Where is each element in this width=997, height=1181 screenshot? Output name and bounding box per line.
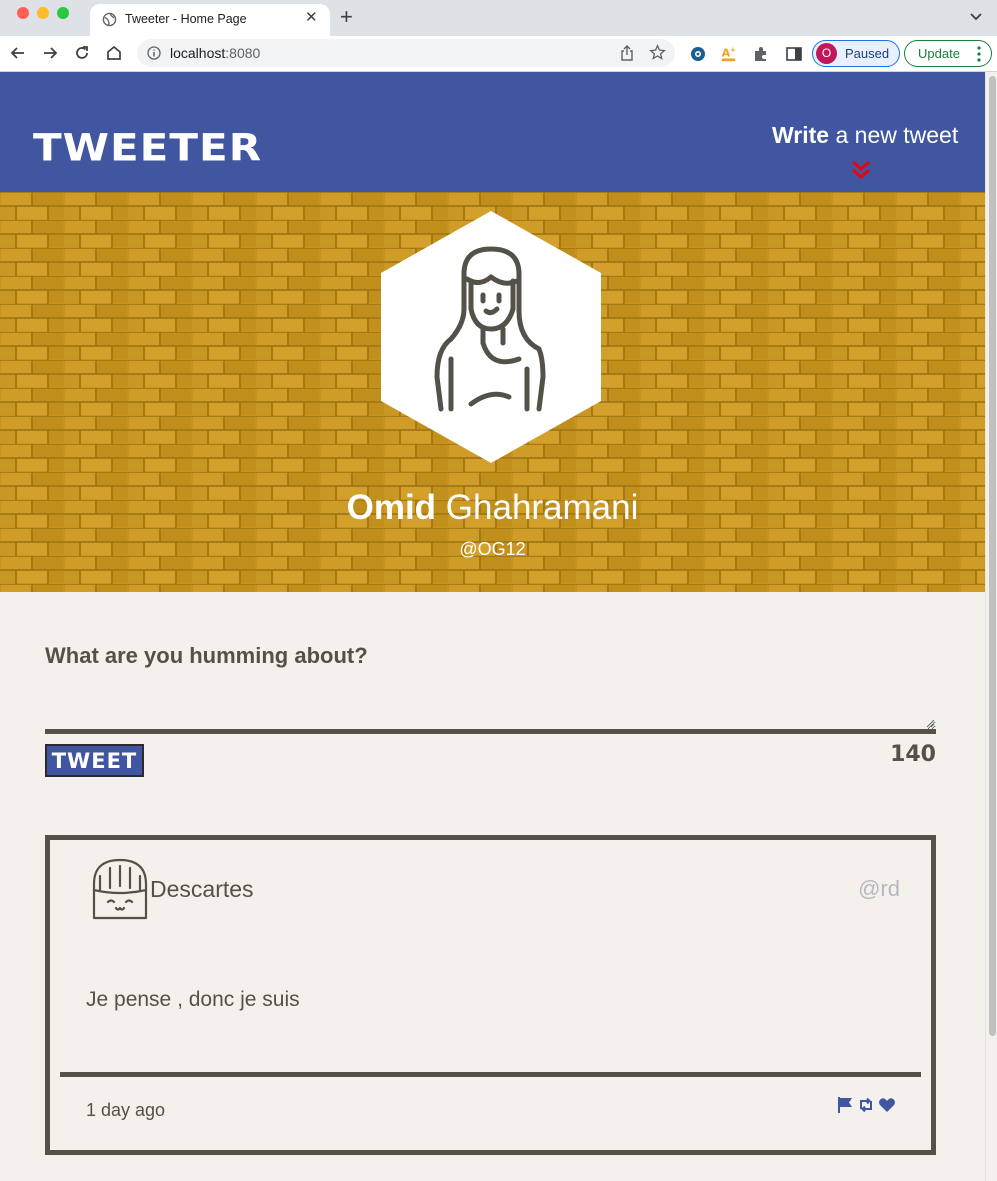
url-text: localhost:8080 (170, 45, 260, 61)
flag-icon[interactable] (836, 1096, 854, 1114)
tweet-author-name: Descartes (150, 876, 254, 902)
compose-underline (45, 729, 936, 734)
extension-webcam-icon[interactable] (689, 45, 707, 63)
globe-icon (102, 12, 117, 27)
page-scrollbar[interactable] (985, 72, 997, 1181)
tweet-divider (60, 1072, 921, 1077)
profile-button[interactable]: O Paused (812, 40, 900, 67)
tweet-card: Descartes @rd Je pense , donc je suis 1 … (45, 835, 936, 1155)
char-counter: 140 (890, 742, 936, 767)
browser-tab[interactable]: Tweeter - Home Page ✕ (90, 4, 330, 36)
resize-grip-icon[interactable] (925, 718, 935, 728)
site-info-icon[interactable] (147, 46, 161, 60)
minimize-window-button[interactable] (37, 7, 49, 19)
site-navbar: TWEETER Write a new tweet (0, 72, 985, 192)
write-tweet-bold: Write (772, 122, 830, 148)
bookmark-star-icon[interactable] (649, 44, 666, 61)
profile-full-name: Omid Ghahramani (0, 488, 985, 528)
browser-toolbar: localhost:8080 A + O Paused Update (0, 36, 997, 72)
heart-icon[interactable] (878, 1096, 896, 1114)
update-button[interactable]: Update (904, 40, 992, 67)
url-port: :8080 (225, 45, 261, 61)
more-menu-icon[interactable] (977, 45, 981, 63)
tweet-content: Je pense , donc je suis (86, 988, 300, 1011)
profile-first-name: Omid (346, 488, 437, 527)
profile-avatar-hexagon (381, 211, 601, 463)
extensions-puzzle-icon[interactable] (752, 45, 770, 63)
tab-title: Tweeter - Home Page (125, 12, 247, 26)
close-tab-icon[interactable]: ✕ (305, 10, 318, 26)
forward-arrow-icon[interactable] (40, 43, 60, 63)
retweet-icon[interactable] (857, 1096, 875, 1114)
profile-avatar: O (816, 43, 837, 64)
profile-handle: @OG12 (459, 539, 526, 559)
browser-tab-strip: Tweeter - Home Page ✕ + (0, 0, 997, 36)
address-bar[interactable]: localhost:8080 (137, 39, 675, 67)
compose-prompt: What are you humming about? (45, 643, 368, 668)
profile-header: Omid Ghahramani @OG12 (0, 192, 985, 592)
profile-status-label: Paused (845, 46, 890, 61)
scrollbar-thumb[interactable] (989, 76, 996, 1036)
url-host: localhost (170, 45, 226, 61)
brand-logo[interactable]: TWEETER (33, 126, 262, 170)
tweet-textarea[interactable] (45, 680, 936, 730)
back-arrow-icon[interactable] (8, 43, 28, 63)
svg-text:+: + (730, 45, 736, 54)
tweet-timestamp: 1 day ago (86, 1100, 166, 1120)
double-chevron-down-icon[interactable] (850, 160, 872, 180)
update-label: Update (918, 46, 960, 61)
close-window-button[interactable] (17, 7, 29, 19)
tweet-author-handle: @rd (858, 876, 900, 901)
new-tab-icon[interactable]: + (340, 6, 353, 28)
side-panel-icon[interactable] (785, 45, 803, 63)
write-tweet-link[interactable]: Write a new tweet (772, 122, 958, 149)
tweet-author-avatar (92, 858, 148, 920)
tweet-submit-button[interactable]: TWEET (45, 744, 144, 777)
maximize-window-button[interactable] (57, 7, 69, 19)
share-icon[interactable] (619, 45, 635, 61)
extension-grade-scout-icon[interactable]: A + (720, 45, 738, 63)
write-tweet-rest: a new tweet (829, 122, 959, 148)
tab-search-chevron-icon[interactable] (968, 8, 984, 24)
reload-icon[interactable] (72, 43, 92, 63)
profile-last-name: Ghahramani (436, 488, 639, 527)
home-icon[interactable] (104, 43, 124, 63)
